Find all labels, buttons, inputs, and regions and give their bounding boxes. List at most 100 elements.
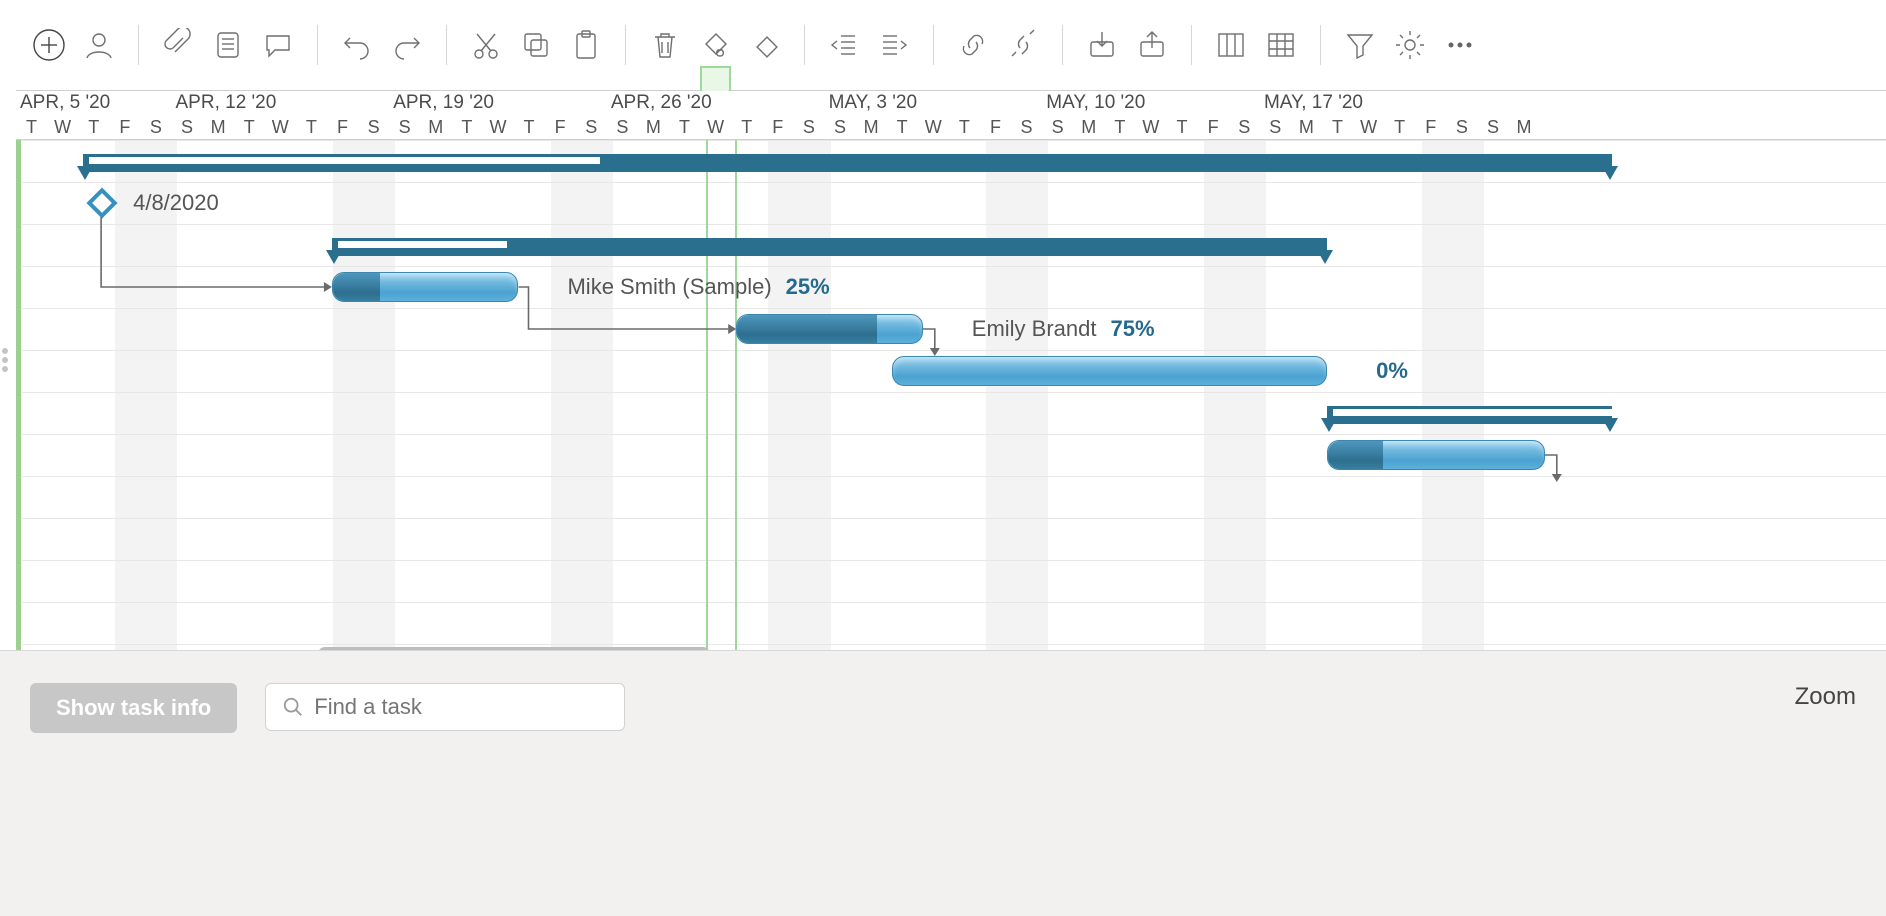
task-bar[interactable] [1327, 440, 1545, 470]
task-bar[interactable]: Emily Brandt75% [736, 314, 923, 344]
paste-icon[interactable] [565, 24, 607, 66]
toolbar-separator [804, 25, 805, 65]
toolbar-separator [1062, 25, 1063, 65]
find-task-input[interactable] [314, 694, 608, 720]
redo-icon[interactable] [386, 24, 428, 66]
timeline-header: APR, 5 '20APR, 12 '20APR, 19 '20APR, 26 … [16, 90, 1886, 140]
day-header: S [607, 115, 638, 139]
paint-icon[interactable] [694, 24, 736, 66]
export-icon[interactable] [1131, 24, 1173, 66]
settings-icon[interactable] [1389, 24, 1431, 66]
day-header: F [980, 115, 1011, 139]
day-header: F [1198, 115, 1229, 139]
link-icon[interactable] [952, 24, 994, 66]
day-header: T [16, 115, 47, 139]
filter-icon[interactable] [1339, 24, 1381, 66]
day-header: W [1135, 115, 1166, 139]
day-header: M [1291, 115, 1322, 139]
copy-icon[interactable] [515, 24, 557, 66]
day-header: S [1260, 115, 1291, 139]
zoom-label: Zoom [1795, 683, 1856, 711]
toolbar-separator [1191, 25, 1192, 65]
day-header: F [762, 115, 793, 139]
project-start-line [16, 140, 21, 669]
task-label: 0% [1376, 358, 1408, 384]
week-header: APR, 19 '20 [389, 91, 607, 115]
day-header: T [78, 115, 109, 139]
day-header: W [265, 115, 296, 139]
day-header: S [358, 115, 389, 139]
day-header: F [327, 115, 358, 139]
more-icon[interactable] [1439, 24, 1481, 66]
day-header: S [824, 115, 855, 139]
week-header: MAY, 3 '20 [825, 91, 1043, 115]
toolbar-separator [1320, 25, 1321, 65]
show-task-info-button[interactable]: Show task info [30, 683, 237, 733]
toolbar [0, 0, 1886, 90]
assign-icon[interactable] [78, 24, 120, 66]
day-header: W [1353, 115, 1384, 139]
day-header: S [389, 115, 420, 139]
day-header: S [171, 115, 202, 139]
toolbar-separator [625, 25, 626, 65]
note-icon[interactable] [207, 24, 249, 66]
day-header: T [234, 115, 265, 139]
group-bar[interactable] [332, 238, 1327, 256]
group-bar[interactable] [83, 154, 1612, 172]
day-header: S [576, 115, 607, 139]
outdent-icon[interactable] [823, 24, 865, 66]
day-header: T [296, 115, 327, 139]
toolbar-separator [317, 25, 318, 65]
panel-resize-handle[interactable] [2, 340, 10, 380]
gantt-chart[interactable]: 4/8/2020Mike Smith (Sample)25%Emily Bran… [16, 140, 1886, 670]
day-header: S [793, 115, 824, 139]
toolbar-separator [446, 25, 447, 65]
day-header: W [482, 115, 513, 139]
columns-icon[interactable] [1210, 24, 1252, 66]
week-header: APR, 5 '20 [16, 91, 172, 115]
day-header: S [1446, 115, 1477, 139]
add-button[interactable] [28, 24, 70, 66]
task-bar[interactable]: 0% [892, 356, 1327, 386]
day-header: T [1104, 115, 1135, 139]
delete-icon[interactable] [644, 24, 686, 66]
group-bar[interactable] [1327, 406, 1612, 424]
toolbar-separator [138, 25, 139, 65]
search-icon [282, 696, 304, 718]
undo-icon[interactable] [336, 24, 378, 66]
cut-icon[interactable] [465, 24, 507, 66]
today-highlight [700, 66, 731, 91]
day-header: F [545, 115, 576, 139]
day-header: T [1384, 115, 1415, 139]
day-header: S [1042, 115, 1073, 139]
indent-icon[interactable] [873, 24, 915, 66]
day-header: T [514, 115, 545, 139]
day-header: S [1477, 115, 1508, 139]
task-label: Emily Brandt75% [972, 316, 1155, 342]
find-task-search[interactable] [265, 683, 625, 731]
attachment-icon[interactable] [157, 24, 199, 66]
day-header: W [47, 115, 78, 139]
week-header: MAY, 10 '20 [1042, 91, 1260, 115]
day-header: W [700, 115, 731, 139]
task-bar[interactable]: Mike Smith (Sample)25% [332, 272, 519, 302]
day-header: S [1229, 115, 1260, 139]
day-header: W [918, 115, 949, 139]
comment-icon[interactable] [257, 24, 299, 66]
day-header: T [451, 115, 482, 139]
task-label: Mike Smith (Sample)25% [567, 274, 829, 300]
day-header: S [140, 115, 171, 139]
week-header: MAY, 17 '20 [1260, 91, 1478, 115]
week-header [1478, 91, 1540, 115]
week-header: APR, 12 '20 [172, 91, 390, 115]
day-header: M [1073, 115, 1104, 139]
unlink-icon[interactable] [1002, 24, 1044, 66]
grid-icon[interactable] [1260, 24, 1302, 66]
milestone-icon[interactable] [744, 24, 786, 66]
day-header: M [420, 115, 451, 139]
toolbar-separator [933, 25, 934, 65]
day-header: T [1322, 115, 1353, 139]
import-icon[interactable] [1081, 24, 1123, 66]
milestone[interactable] [87, 187, 118, 218]
day-header: F [1415, 115, 1446, 139]
